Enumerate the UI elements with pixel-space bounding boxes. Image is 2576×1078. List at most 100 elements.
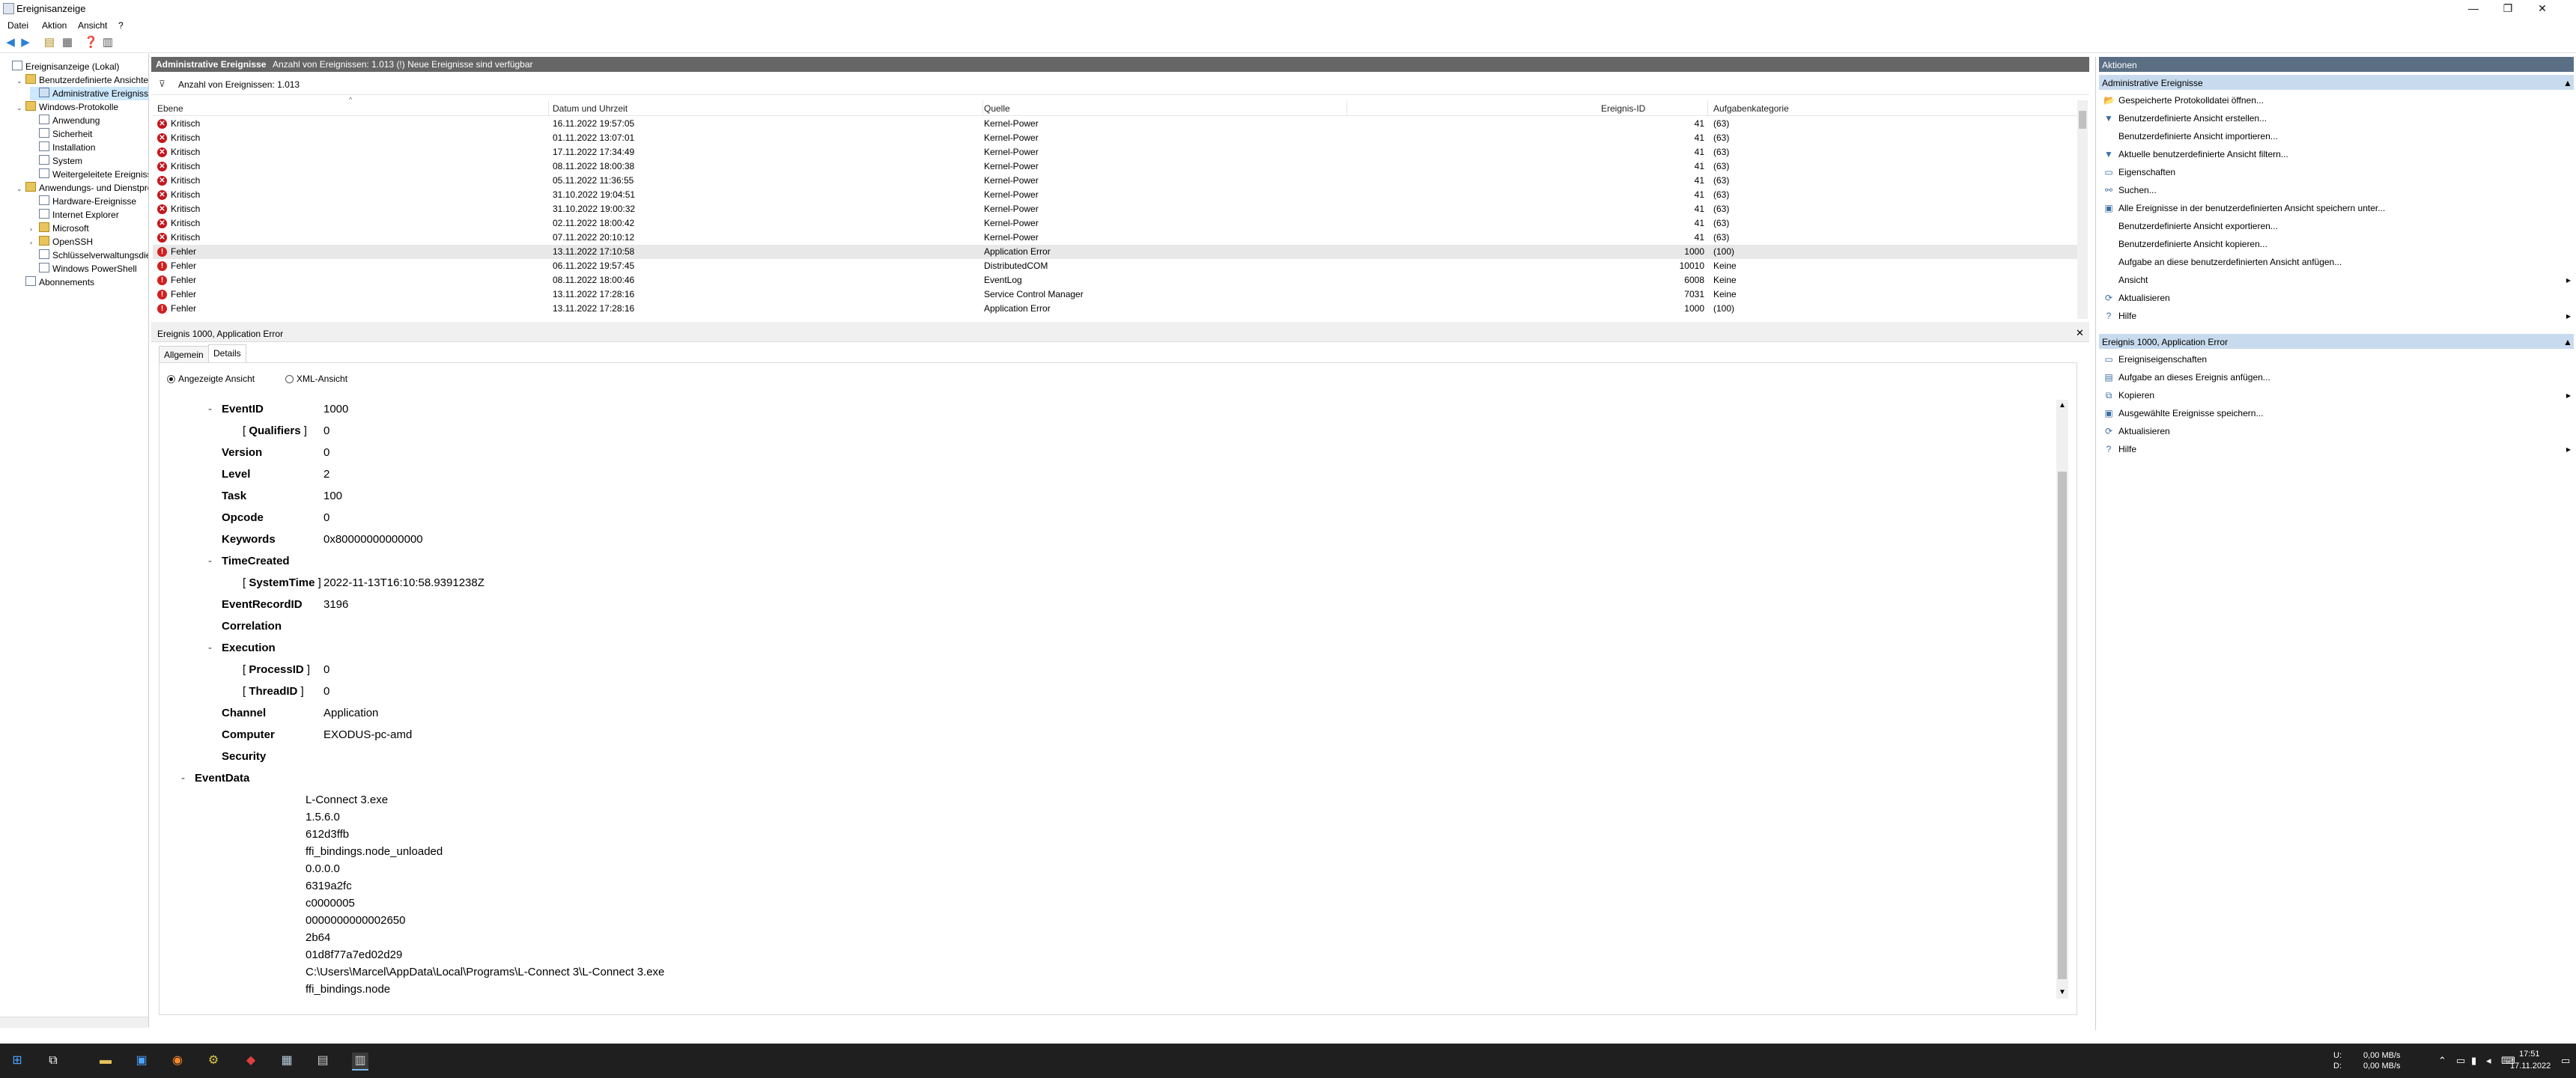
close-button[interactable]: ✕ [2525,0,2560,16]
table-row[interactable]: ✕ Kritisch 07.11.2022 20:10:12 Kernel-Power… [153,231,2077,245]
col-aufgabenkategorie[interactable]: Aufgabenkategorie [1713,103,1789,114]
action-item[interactable]: ⚯ Suchen... [2103,183,2157,198]
tree-item[interactable]: System [30,154,82,168]
tree-horizontal-scrollbar[interactable] [0,1017,148,1028]
collapse-marker-icon[interactable]: - [208,642,212,654]
help-icon[interactable]: ❓ [84,37,98,49]
expand-chevron-icon[interactable]: ⌄ [16,182,24,195]
app-icon-gear[interactable]: ⚙ [205,1053,222,1069]
table-row[interactable]: ✕ Kritisch 16.11.2022 19:57:05 Kernel-Power… [153,117,2077,131]
actions-section-view[interactable]: Administrative Ereignisse ▲ [2099,75,2574,90]
tray-chevron-icon[interactable]: ⌃ [2438,1055,2446,1067]
menu-ansicht[interactable]: Ansicht [78,20,107,31]
store-icon[interactable]: ▣ [133,1053,150,1069]
tree-item[interactable]: Internet Explorer [30,208,119,222]
menu-help[interactable]: ? [118,20,124,31]
action-item[interactable]: ? Hilfe ▸ [2103,442,2571,457]
app-icon-red[interactable]: ◆ [243,1053,259,1069]
start-icon[interactable]: ⊞ [9,1053,25,1069]
table-row[interactable]: ✕ Kritisch 31.10.2022 19:00:32 Kernel-Power… [153,202,2077,216]
explorer-icon[interactable]: ▬ [97,1053,114,1069]
back-icon[interactable]: ◀ [4,37,16,49]
action-item[interactable]: ⟳ Aktualisieren [2103,424,2170,439]
table-row[interactable]: ✕ Kritisch 31.10.2022 19:04:51 Kernel-Power… [153,188,2077,202]
pane-icon[interactable]: ▥ [102,37,114,49]
table-row[interactable]: ! Fehler 13.11.2022 17:28:16 Application Er… [153,302,2077,316]
tree-item[interactable]: Abonnements [16,275,94,289]
scroll-thumb[interactable] [2058,472,2067,979]
tree-item[interactable]: Sicherheit [30,127,92,141]
action-item[interactable]: Benutzerdefinierte Ansicht importieren..… [2103,129,2278,144]
action-item[interactable]: ▼ Aktuelle benutzerdefinierte Ansicht fil… [2103,147,2288,162]
table-row[interactable]: ✕ Kritisch 05.11.2022 11:36:55 Kernel-Power… [153,174,2077,188]
event-list-scrollbar[interactable] [2077,100,2088,319]
action-item[interactable]: ⟳ Aktualisieren [2103,290,2170,305]
event-viewer-task-icon[interactable]: ▥ [352,1053,368,1071]
table-row[interactable]: ✕ Kritisch 17.11.2022 17:34:49 Kernel-Power… [153,145,2077,159]
tree-item[interactable]: Anwendung [30,114,100,127]
tree-item[interactable]: Schlüsselverwaltungsdienst [30,249,148,262]
radio-friendly-view[interactable]: Angezeigte Ansicht [167,374,255,384]
tree-item[interactable]: › Microsoft [30,222,89,235]
col-ebene[interactable]: Ebene [157,103,183,114]
tree-item[interactable]: ⌄ Benutzerdefinierte Ansichten [16,73,148,87]
col-ereignis-id[interactable]: Ereignis-ID [1601,103,1645,114]
volume-icon[interactable]: ◂ [2486,1055,2491,1067]
menu-aktion[interactable]: Aktion [42,20,67,31]
close-detail-icon[interactable]: ✕ [2076,327,2084,339]
actions-section-event[interactable]: Ereignis 1000, Application Error ▲ [2099,334,2574,349]
action-item[interactable]: ▼ Benutzerdefinierte Ansicht erstellen... [2103,111,2267,126]
folder-icon[interactable]: ▤ [43,37,55,49]
action-item[interactable]: Aufgabe an diese benutzerdefinierten Ans… [2103,255,2342,270]
tree-item[interactable]: Administrative Ereignisse [30,87,148,100]
tree-item[interactable]: Hardware-Ereignisse [30,195,136,208]
tree-item[interactable]: ⌄ Windows-Protokolle [16,100,118,114]
detail-scrollbar[interactable]: ▲ ▼ [2056,400,2068,999]
table-row[interactable]: ! Fehler 13.11.2022 17:10:58 Application Er… [153,245,2077,259]
table-row[interactable]: ✕ Kritisch 01.11.2022 13:07:01 Kernel-Power… [153,131,2077,145]
action-item[interactable]: ▣ Ausgewählte Ereignisse speichern... [2103,406,2263,421]
expand-chevron-icon[interactable]: ⌄ [16,101,24,115]
scroll-thumb[interactable] [2079,111,2086,129]
tree-item[interactable]: › OpenSSH [30,235,93,249]
forward-icon[interactable]: ▶ [19,37,31,49]
action-item[interactable]: Ansicht ▸ [2103,272,2571,287]
collapse-marker-icon[interactable]: - [208,555,212,567]
clock-date[interactable]: 17.11.2022 [2510,1062,2551,1071]
tree-item[interactable]: ⌄ Anwendungs- und Dienstprotokolle [16,181,148,195]
table-row[interactable]: ✕ Kritisch 02.11.2022 18:00:42 Kernel-Power… [153,216,2077,231]
clock-time[interactable]: 17:51 [2519,1050,2540,1059]
scroll-up-icon[interactable]: ▲ [2059,401,2066,409]
tab-allgemein[interactable]: Allgemein [159,346,209,363]
network-icon[interactable]: ▭ [2456,1055,2465,1067]
tree-item[interactable]: Windows PowerShell [30,262,137,275]
tree-item[interactable]: Installation [30,141,95,154]
table-row[interactable]: ! Fehler 06.11.2022 19:57:45 DistributedCOM… [153,259,2077,273]
tree-view-icon[interactable]: ▦ [61,37,73,49]
collapse-marker-icon[interactable]: - [181,772,185,785]
scroll-down-icon[interactable]: ▼ [2059,988,2066,996]
firefox-icon[interactable]: ◉ [169,1053,186,1069]
radio-xml-view[interactable]: XML-Ansicht [285,374,347,384]
app-icon-window[interactable]: ▤ [315,1053,331,1069]
tree-item[interactable]: Weitergeleitete Ereignisse [30,168,148,181]
action-item[interactable]: ▣ Alle Ereignisse in der benutzerdefinier… [2103,201,2385,216]
col-datum[interactable]: Datum und Uhrzeit [553,103,628,114]
expand-chevron-icon[interactable]: › [30,222,37,236]
app-icon-calc[interactable]: ▦ [279,1053,295,1069]
notification-icon[interactable]: ▭ [2561,1055,2570,1067]
collapse-marker-icon[interactable]: - [208,403,212,415]
expand-chevron-icon[interactable]: › [30,236,37,249]
table-row[interactable]: ! Fehler 08.11.2022 18:00:46 EventLog 6008 Ke… [153,273,2077,287]
menu-datei[interactable]: Datei [7,20,28,31]
minimize-button[interactable]: — [2456,0,2491,16]
tab-details[interactable]: Details [208,344,246,363]
signal-icon[interactable]: ▮ [2471,1055,2476,1067]
action-item[interactable]: ⧉ Kopieren ▸ [2103,388,2571,403]
table-row[interactable]: ✕ Kritisch 08.11.2022 18:00:38 Kernel-Power… [153,159,2077,174]
action-item[interactable]: ▭ Eigenschaften [2103,165,2175,180]
action-item[interactable]: ? Hilfe ▸ [2103,308,2571,323]
action-item[interactable]: Benutzerdefinierte Ansicht exportieren..… [2103,219,2278,234]
action-item[interactable]: Benutzerdefinierte Ansicht kopieren... [2103,237,2267,252]
action-item[interactable]: ▭ Ereigniseigenschaften [2103,352,2207,367]
